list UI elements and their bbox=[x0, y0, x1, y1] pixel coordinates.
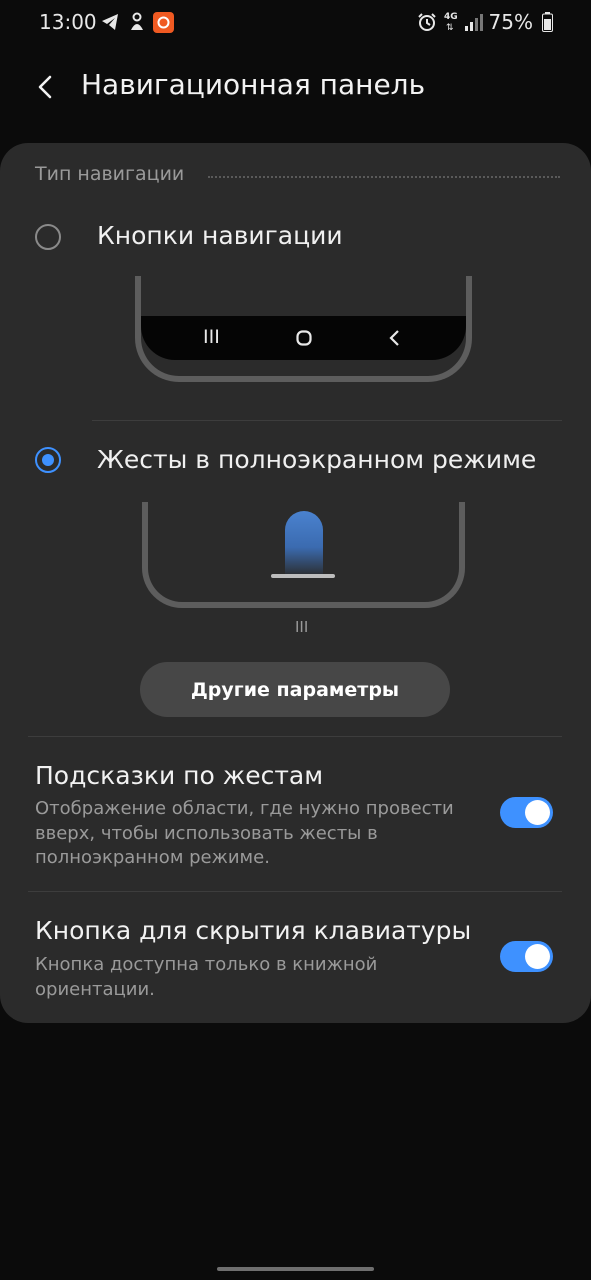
radio-fullscreen-gestures[interactable] bbox=[35, 447, 61, 473]
app-notification-icon bbox=[131, 12, 143, 30]
setting-hide-keyboard-title: Кнопка для скрытия клавиатуры bbox=[35, 916, 472, 945]
section-title: Тип навигации bbox=[35, 163, 185, 185]
radio-nav-buttons[interactable] bbox=[35, 224, 61, 250]
page-title: Навигационная панель bbox=[81, 68, 426, 101]
toggle-knob bbox=[525, 800, 550, 825]
gesture-hints-toggle[interactable] bbox=[500, 797, 553, 828]
divider bbox=[28, 891, 562, 892]
divider bbox=[28, 736, 562, 737]
telegram-icon bbox=[102, 14, 118, 30]
setting-hide-keyboard-description: Кнопка доступна только в книжной ориента… bbox=[35, 954, 378, 1000]
setting-gesture-hints-title: Подсказки по жестам bbox=[35, 761, 324, 790]
alarm-icon bbox=[418, 13, 436, 31]
option-fullscreen-gestures-label: Жесты в полноэкранном режиме bbox=[97, 445, 537, 474]
home-icon bbox=[296, 330, 312, 346]
swipe-finger-illustration bbox=[285, 511, 323, 577]
setting-gesture-hints-description: Отображение области, где нужно провести … bbox=[35, 798, 454, 868]
back-nav-icon bbox=[389, 330, 399, 346]
home-indicator[interactable] bbox=[217, 1267, 374, 1271]
battery-icon bbox=[542, 12, 553, 32]
back-button[interactable] bbox=[32, 68, 72, 108]
recents-icon: III bbox=[203, 326, 220, 348]
battery-percent: 75% bbox=[488, 10, 533, 34]
divider bbox=[92, 420, 562, 421]
hide-keyboard-toggle[interactable] bbox=[500, 941, 553, 972]
section-divider bbox=[208, 176, 560, 178]
data-arrows-icon: ⇅ bbox=[446, 23, 454, 33]
toggle-knob bbox=[525, 944, 550, 969]
option-nav-buttons-label: Кнопки навигации bbox=[97, 221, 343, 250]
gesture-hint-bar bbox=[271, 574, 335, 578]
ok-app-icon bbox=[153, 12, 174, 33]
status-time: 13:00 bbox=[39, 10, 97, 34]
signal-icon bbox=[465, 14, 483, 31]
other-options-button[interactable]: Другие параметры bbox=[140, 662, 450, 717]
network-type: 4G bbox=[444, 12, 458, 22]
recents-small-icon: III bbox=[295, 618, 309, 636]
